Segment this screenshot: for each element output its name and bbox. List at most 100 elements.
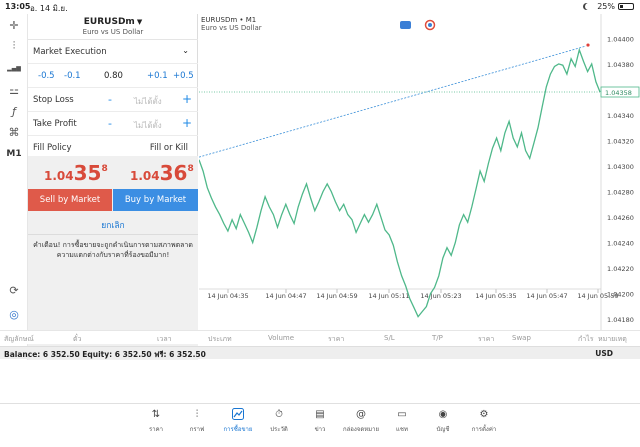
y-tick-label: 1.04240 xyxy=(607,240,634,248)
stop-loss-input[interactable]: ไม่ได้ตั้ง xyxy=(134,95,162,108)
nav-trade[interactable]: การซื้อขาย xyxy=(218,408,258,434)
x-tick-label: 14 Jun 05:35 xyxy=(475,292,516,300)
price-series-line xyxy=(199,47,601,318)
status-bar: 13:05 อ. 14 มิ.ย. 25% xyxy=(0,0,640,14)
divider xyxy=(28,234,198,235)
symbol-header[interactable]: EURUSDm ▼ Euro vs US Dollar xyxy=(28,14,198,40)
y-tick-label: 1.04380 xyxy=(607,61,634,69)
fill-policy-label: Fill Policy xyxy=(33,143,72,153)
news-icon: ▤ xyxy=(315,409,325,420)
col-price[interactable]: ราคา xyxy=(328,334,344,345)
status-right: 25% xyxy=(585,2,634,11)
current-price-label: 1.04358 xyxy=(605,89,632,97)
trade-icon xyxy=(218,408,258,422)
take-profit-plus-button[interactable]: + xyxy=(182,116,192,130)
take-profit-row: Take Profit - ไม่ได้ตั้ง + xyxy=(28,112,198,136)
execution-select[interactable]: Market Execution ⌄ xyxy=(28,40,198,64)
nav-chart[interactable]: ⫶ กราฟ xyxy=(177,408,217,434)
col-comment[interactable]: หมายเหตุ xyxy=(598,334,627,345)
bar-chart-icon[interactable]: ▂▄▆ xyxy=(6,60,22,76)
volume-minus-05-button[interactable]: -0.5 xyxy=(38,71,55,81)
chart-icon: ⫶ xyxy=(195,409,199,420)
order-panel: EURUSDm ▼ Euro vs US Dollar Market Execut… xyxy=(28,14,198,360)
col-volume[interactable]: Volume xyxy=(268,334,294,342)
logo-icon[interactable]: ◎ xyxy=(6,306,22,322)
nav-settings[interactable]: ⚙ การตั้งค่า xyxy=(464,408,504,434)
battery-icon xyxy=(618,3,634,10)
x-tick-label: 14 Jun 04:35 xyxy=(207,292,248,300)
positions-header: สัญลักษณ์ ตั๋ว เวลา ประเภท Volume ราคา S… xyxy=(0,330,640,344)
nav-news[interactable]: ▤ ข่าว xyxy=(300,408,340,434)
stop-loss-row: Stop Loss - ไม่ได้ตั้ง + xyxy=(28,88,198,112)
quotes-icon: ⇅ xyxy=(151,409,161,420)
refresh-chart-icon[interactable]: ⟳ xyxy=(6,282,22,298)
volume-minus-01-button[interactable]: -0.1 xyxy=(64,71,81,81)
balance-text: Balance: 6 352.50 Equity: 6 352.50 ฟรี: … xyxy=(4,350,206,359)
y-tick-label: 1.04220 xyxy=(607,265,634,273)
y-tick-label: 1.04300 xyxy=(607,163,634,171)
account-icon: ◉ xyxy=(438,409,448,420)
col-tp[interactable]: T/P xyxy=(432,334,443,342)
col-sl[interactable]: S/L xyxy=(384,334,395,342)
symbol-name: EURUSDm xyxy=(83,17,135,27)
chart-canvas[interactable]: 1.044001.043801.043601.043401.043201.043… xyxy=(199,14,640,334)
stop-loss-minus-button[interactable]: - xyxy=(108,93,112,106)
nav-mailbox[interactable]: @ กล่องจดหมาย xyxy=(341,408,381,434)
cancel-button[interactable]: ยกเลิก xyxy=(28,218,198,232)
volume-value[interactable]: 0.80 xyxy=(104,71,123,81)
volume-plus-01-button[interactable]: +0.1 xyxy=(147,71,168,81)
trendline-anchor xyxy=(586,43,590,47)
x-tick-label: 14 Jun 04:47 xyxy=(265,292,306,300)
balance-bar: Balance: 6 352.50 Equity: 6 352.50 ฟรี: … xyxy=(0,346,640,359)
y-tick-label: 1.04320 xyxy=(607,138,634,146)
chevron-down-icon: ⌄ xyxy=(182,46,189,55)
nav-history[interactable]: ⏱ ประวัติ xyxy=(259,408,299,434)
y-tick-label: 1.04340 xyxy=(607,112,634,120)
col-current-price[interactable]: ราคา xyxy=(478,334,494,345)
nav-accounts[interactable]: ◉ บัญชี xyxy=(423,408,463,434)
crosshair-icon[interactable]: ✛ xyxy=(6,17,22,33)
status-time: 13:05 xyxy=(5,2,31,11)
col-profit[interactable]: กำไร xyxy=(578,334,593,345)
one-click-trade-icon xyxy=(400,21,411,29)
x-tick-label: 14 Jun 04:59 xyxy=(316,292,357,300)
take-profit-minus-button[interactable]: - xyxy=(108,117,112,130)
warning-text: คำเตือน! การซื้อขายจะถูกดำเนินการตามสภาพ… xyxy=(33,241,193,259)
battery-percent: 25% xyxy=(597,2,615,11)
chevron-down-icon: ▼ xyxy=(136,18,143,26)
balance-currency: USD xyxy=(595,349,613,358)
take-profit-input[interactable]: ไม่ได้ตั้ง xyxy=(134,119,162,132)
buy-button[interactable]: Buy by Market xyxy=(113,189,198,211)
take-profit-label: Take Profit xyxy=(33,119,77,129)
col-swap[interactable]: Swap xyxy=(512,334,531,342)
trendline xyxy=(199,45,587,158)
bid-price: 1.04358 xyxy=(44,161,108,185)
indicators-icon[interactable]: ⚍ xyxy=(6,82,22,98)
function-icon[interactable]: ƒ xyxy=(6,103,22,119)
col-type[interactable]: ประเภท xyxy=(208,334,232,345)
x-tick-label: 14 Jun 05:47 xyxy=(526,292,567,300)
y-tick-label: 1.04180 xyxy=(607,316,634,324)
mailbox-icon: @ xyxy=(356,409,366,420)
stop-loss-plus-button[interactable]: + xyxy=(182,92,192,106)
x-tick-label: 14 Jun 05:23 xyxy=(420,292,461,300)
col-time[interactable]: เวลา xyxy=(157,334,172,345)
shapes-icon[interactable]: ⌘ xyxy=(6,124,22,140)
gear-icon: ⚙ xyxy=(479,409,489,420)
y-tick-label: 1.04260 xyxy=(607,214,634,222)
timeframe-m1[interactable]: M1 xyxy=(6,146,22,162)
depth-of-market-icon-inner xyxy=(428,23,432,27)
candlestick-icon[interactable]: ⫶ xyxy=(6,38,22,54)
execution-label: Market Execution xyxy=(33,47,107,57)
price-chart[interactable]: EURUSDm • M1 Euro vs US Dollar 1.04400 1.… xyxy=(199,14,640,360)
y-tick-label: 1.04400 xyxy=(607,35,634,43)
col-ticket[interactable]: ตั๋ว xyxy=(73,334,81,345)
nav-quotes[interactable]: ⇅ ราคา xyxy=(136,408,176,434)
nav-chat[interactable]: ▭ แชท xyxy=(382,408,422,434)
col-symbol[interactable]: สัญลักษณ์ xyxy=(4,334,34,345)
volume-plus-05-button[interactable]: +0.5 xyxy=(173,71,194,81)
x-tick-label: 14 Jun 05:11 xyxy=(368,292,409,300)
symbol-description: Euro vs US Dollar xyxy=(82,28,144,36)
moon-icon xyxy=(585,3,592,10)
sell-button[interactable]: Sell by Market xyxy=(28,189,112,211)
